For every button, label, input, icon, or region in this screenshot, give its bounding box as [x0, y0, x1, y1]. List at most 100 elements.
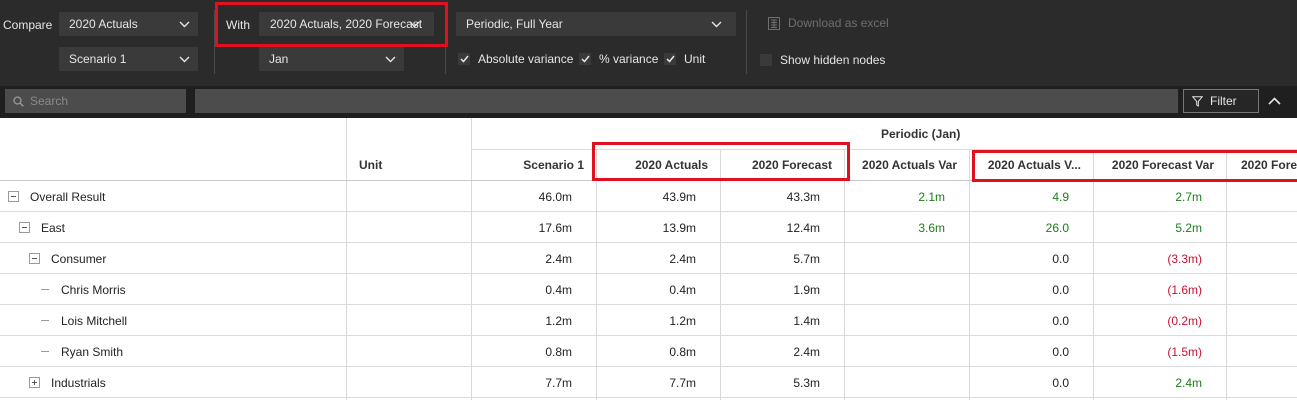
table-cell: 2.4m: [1175, 376, 1202, 390]
row-label-text: Industrials: [51, 375, 106, 390]
row-label: Industrials: [29, 367, 106, 398]
table-cell: 1.9m: [793, 283, 820, 297]
search-bar: Search Filter: [0, 86, 1297, 118]
table-cell: (0.2m): [1167, 314, 1202, 328]
chevron-down-icon: [406, 12, 422, 36]
chevron-up-icon: [1267, 97, 1281, 105]
table-cell: (1.5m): [1167, 345, 1202, 359]
row-label-text: East: [41, 220, 66, 235]
tree-leaf-icon: [41, 320, 49, 321]
table-cell: 1.4m: [793, 314, 820, 328]
table-cell: 0.4m: [669, 283, 696, 297]
row-label: Chris Morris: [39, 274, 126, 305]
filter-input[interactable]: [195, 89, 1178, 113]
table-cell: 0.8m: [669, 345, 696, 359]
chevron-down-icon: [176, 12, 192, 36]
period-dropdown[interactable]: Jan: [259, 47, 404, 71]
table-cell: 7.7m: [669, 376, 696, 390]
table-cell: 2.4m: [669, 252, 696, 266]
toolbar-divider: [214, 10, 215, 74]
excel-icon: [768, 16, 780, 30]
row-label-text: Overall Result: [30, 189, 106, 204]
with-dropdown[interactable]: 2020 Actuals, 2020 Forecast: [259, 12, 434, 36]
tree-leaf-icon: [41, 351, 49, 352]
grid-line: [471, 149, 1297, 150]
table-cell: 17.6m: [538, 221, 572, 235]
table-cell: 0.0: [1052, 314, 1069, 328]
row-label-text: Lois Mitchell: [61, 313, 128, 328]
periodic-dropdown[interactable]: Periodic, Full Year: [456, 12, 736, 36]
toolbar-divider: [445, 10, 446, 74]
row-label: Consumer: [29, 243, 106, 274]
column-header-2020-forecast-var-pct[interactable]: 2020 Fore: [1241, 158, 1297, 172]
grid-line: [0, 211, 1297, 212]
table-cell: (1.6m): [1167, 283, 1202, 297]
grid-line: [1226, 149, 1227, 400]
checkmark-icon: [579, 53, 591, 65]
column-header-scenario-1[interactable]: Scenario 1: [523, 158, 584, 172]
table-cell: 0.4m: [545, 283, 572, 297]
with-dropdown-value: 2020 Actuals, 2020 Forecast: [270, 17, 423, 31]
table-cell: 5.3m: [793, 376, 820, 390]
grid-line: [0, 304, 1297, 305]
absolute-variance-label: Absolute variance: [478, 52, 574, 66]
table-cell: 12.4m: [786, 221, 820, 235]
table-cell: 0.0: [1052, 252, 1069, 266]
compare-dropdown[interactable]: 2020 Actuals: [59, 12, 198, 36]
grid-line: [346, 118, 347, 400]
grid-line: [0, 397, 1297, 398]
show-hidden-nodes-checkbox[interactable]: Show hidden nodes: [760, 52, 885, 68]
grid-line: [969, 149, 970, 400]
download-excel-button[interactable]: Download as excel: [768, 16, 889, 30]
download-excel-label: Download as excel: [788, 16, 889, 30]
expand-icon[interactable]: [29, 377, 40, 388]
checkbox-box: [760, 54, 772, 66]
checkmark-icon: [458, 53, 470, 65]
with-label: With: [226, 18, 250, 32]
grid-line: [0, 366, 1297, 367]
grid-line: [0, 273, 1297, 274]
chevron-down-icon: [382, 47, 398, 71]
table-cell: 0.0: [1052, 345, 1069, 359]
unit-checkbox[interactable]: Unit: [664, 51, 705, 67]
table-cell: 3.6m: [918, 221, 945, 235]
table-cell: 2.1m: [918, 190, 945, 204]
filter-button[interactable]: Filter: [1183, 89, 1259, 113]
scenario-dropdown[interactable]: Scenario 1: [59, 47, 198, 71]
table-cell: 0.8m: [545, 345, 572, 359]
table-cell: 26.0: [1045, 221, 1069, 235]
row-label: Ryan Smith: [39, 336, 123, 367]
grid-line: [0, 242, 1297, 243]
periodic-dropdown-value: Periodic, Full Year: [466, 17, 563, 31]
table-cell: 43.9m: [662, 190, 696, 204]
filter-label: Filter: [1210, 94, 1237, 108]
table-cell: 43.3m: [786, 190, 820, 204]
absolute-variance-checkbox[interactable]: Absolute variance: [458, 51, 573, 67]
table-cell: 1.2m: [545, 314, 572, 328]
tree-leaf-icon: [41, 289, 49, 290]
table-cell: 2.4m: [545, 252, 572, 266]
column-header-2020-actuals-var[interactable]: 2020 Actuals Var: [862, 158, 957, 172]
chevron-down-icon: [708, 12, 724, 36]
table-cell: 4.9: [1052, 190, 1069, 204]
search-input[interactable]: Search: [5, 89, 186, 113]
column-header-2020-forecast-var[interactable]: 2020 Forecast Var: [1112, 158, 1214, 172]
collapse-icon[interactable]: [19, 222, 30, 233]
table-cell: 0.0: [1052, 283, 1069, 297]
collapse-icon[interactable]: [8, 191, 19, 202]
column-header-2020-forecast[interactable]: 2020 Forecast: [752, 158, 832, 172]
scenario-dropdown-value: Scenario 1: [69, 52, 127, 66]
percent-variance-checkbox[interactable]: % variance: [579, 51, 658, 67]
row-label: Overall Result: [8, 181, 105, 212]
show-hidden-nodes-label: Show hidden nodes: [780, 53, 886, 67]
column-header-2020-actuals[interactable]: 2020 Actuals: [635, 158, 708, 172]
column-header-2020-actuals-var-pct[interactable]: 2020 Actuals V...: [988, 158, 1081, 172]
grid-line: [596, 149, 597, 400]
collapse-icon[interactable]: [29, 253, 40, 264]
search-placeholder: Search: [30, 94, 69, 108]
table-cell: 2.7m: [1175, 190, 1202, 204]
row-label-text: Consumer: [51, 251, 107, 266]
unit-label: Unit: [684, 52, 706, 66]
group-header: Periodic (Jan): [881, 127, 961, 141]
collapse-button[interactable]: [1266, 93, 1282, 109]
